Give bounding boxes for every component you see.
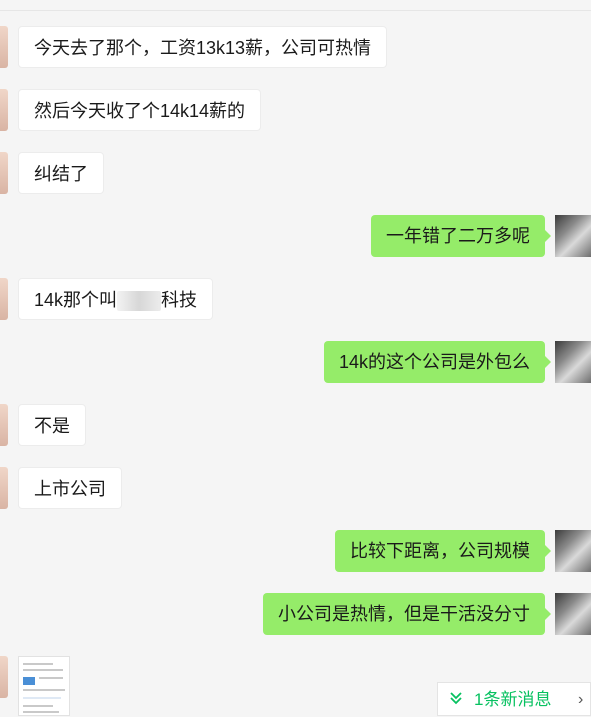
received-message-bubble[interactable]: 今天去了那个，工资13k13薪，公司可热情: [18, 26, 388, 68]
top-divider: [0, 10, 591, 11]
new-messages-label: 1条新消息: [474, 690, 552, 709]
contact-avatar[interactable]: [0, 89, 8, 131]
redacted-text-blur: [117, 291, 162, 312]
message-text: 14k那个叫: [34, 290, 118, 310]
received-message-bubble[interactable]: 14k那个叫 科技: [18, 278, 214, 320]
sent-message-bubble[interactable]: 一年错了二万多呢: [371, 215, 551, 257]
received-message-bubble[interactable]: 上市公司: [18, 467, 122, 509]
my-avatar[interactable]: [555, 593, 591, 635]
chevron-right-icon[interactable]: ›: [578, 683, 583, 717]
sent-message-bubble[interactable]: 小公司是热情，但是干活没分寸: [263, 593, 551, 635]
new-messages-button[interactable]: 1条新消息 ›: [437, 682, 591, 716]
contact-avatar[interactable]: [0, 467, 8, 509]
received-message-bubble[interactable]: 纠结了: [18, 152, 104, 194]
message-text: 科技: [161, 290, 198, 310]
contact-avatar[interactable]: [0, 656, 8, 698]
received-message-bubble[interactable]: 不是: [18, 404, 86, 446]
received-message-bubble[interactable]: 然后今天收了个14k14薪的: [18, 89, 262, 131]
my-avatar[interactable]: [555, 530, 591, 572]
sent-message-bubble[interactable]: 14k的这个公司是外包么: [323, 341, 552, 383]
contact-avatar[interactable]: [0, 152, 8, 194]
image-message-thumbnail[interactable]: [18, 656, 70, 716]
my-avatar[interactable]: [555, 341, 591, 383]
double-chevron-down-icon: [448, 683, 464, 717]
sent-message-bubble[interactable]: 比较下距离，公司规模: [335, 530, 551, 572]
contact-avatar[interactable]: [0, 404, 8, 446]
my-avatar[interactable]: [555, 215, 591, 257]
contact-avatar[interactable]: [0, 26, 8, 68]
contact-avatar[interactable]: [0, 278, 8, 320]
